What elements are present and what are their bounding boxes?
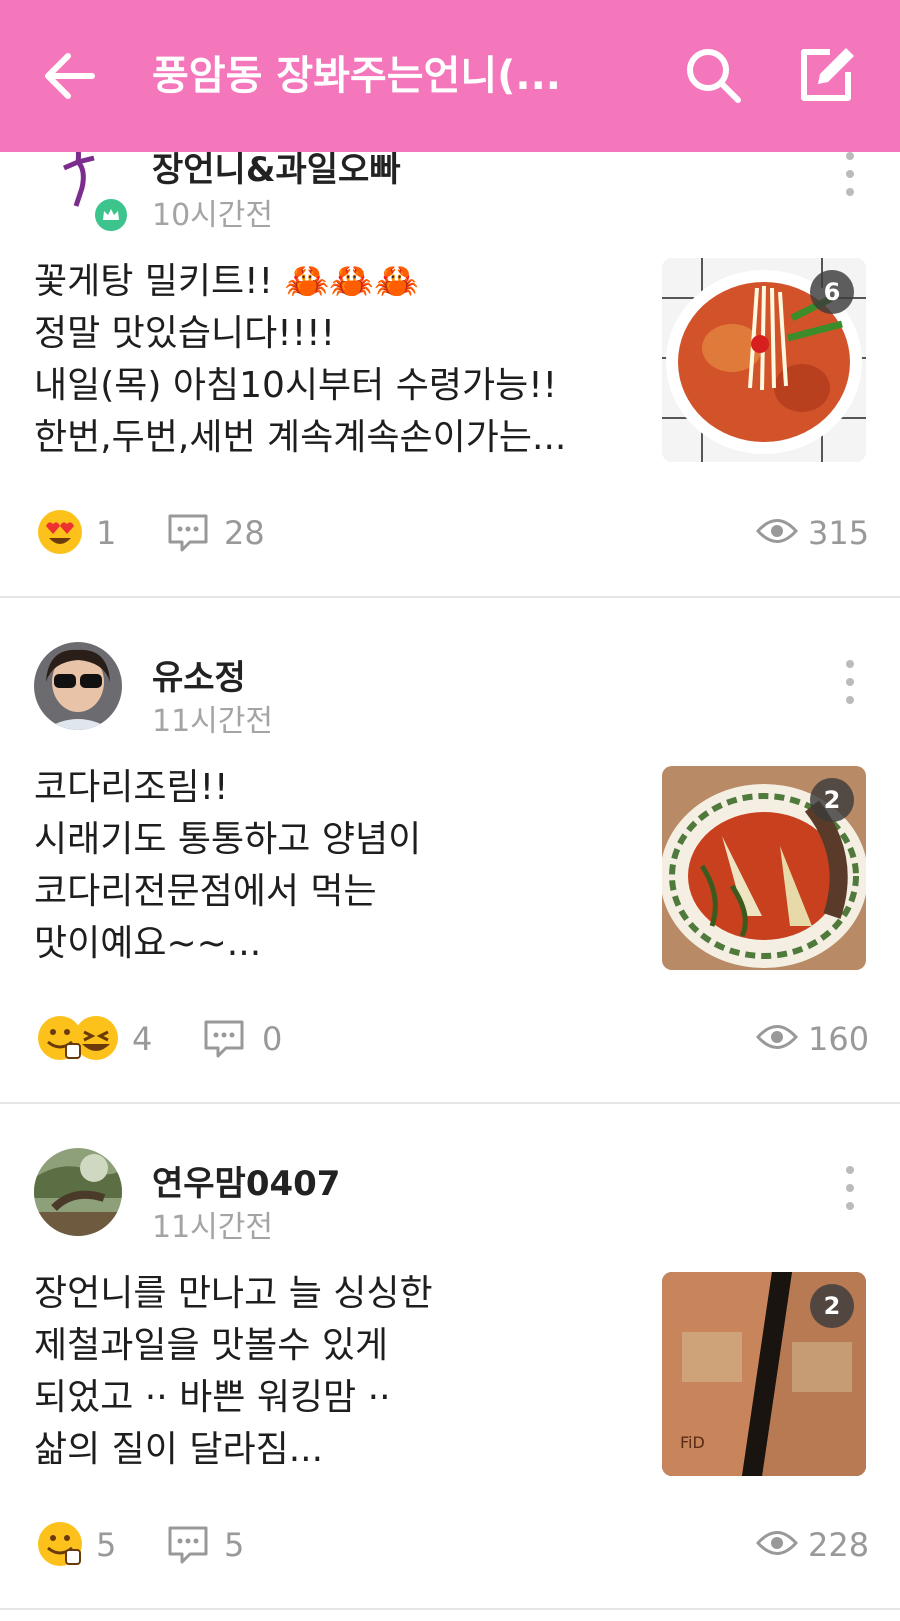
post-line: 제철과일을 맛볼수 있게 [34, 1325, 389, 1366]
app-bar: 풍암동 장봐주는언니(... [0, 0, 900, 152]
comment-count: 5 [224, 1526, 245, 1564]
avatar[interactable] [34, 1148, 122, 1236]
page-title: 풍암동 장봐주는언니(... [152, 53, 561, 99]
post-author[interactable]: 연우맘0407 [152, 1156, 340, 1205]
post-divider [0, 1608, 900, 1610]
post-line: 되었고 ·· 바쁜 워킹맘 ·· [34, 1377, 391, 1418]
more-options-icon[interactable] [838, 1160, 862, 1220]
view-count: 228 [808, 1526, 870, 1564]
svg-text:FiD: FiD [680, 1433, 705, 1452]
photo-count-badge: 2 [810, 1284, 854, 1328]
reaction-count: 5 [96, 1526, 117, 1564]
back-arrow-icon[interactable] [40, 46, 100, 106]
post-thumbnail[interactable]: FiD 2 [662, 1272, 866, 1476]
post-line: 삶의 질이 달라짐... [34, 1429, 324, 1470]
post-item[interactable]: 연우맘0407 11시간전 장언니를 만나고 늘 싱싱한 제철과일을 맛볼수 있… [0, 0, 900, 1621]
comment-icon[interactable] [166, 1522, 210, 1566]
eye-icon [756, 1531, 798, 1555]
post-stats: 5 5 228 [0, 1514, 900, 1574]
search-icon[interactable] [682, 44, 744, 106]
post-time: 11시간전 [152, 1210, 273, 1245]
post-body[interactable]: 장언니를 만나고 늘 싱싱한 제철과일을 맛볼수 있게 되었고 ·· 바쁜 워킹… [34, 1268, 634, 1476]
post-line: 장언니를 만나고 늘 싱싱한 [34, 1273, 433, 1314]
thumbs-up-emoji-icon[interactable] [36, 1520, 84, 1568]
compose-icon[interactable] [796, 44, 858, 106]
